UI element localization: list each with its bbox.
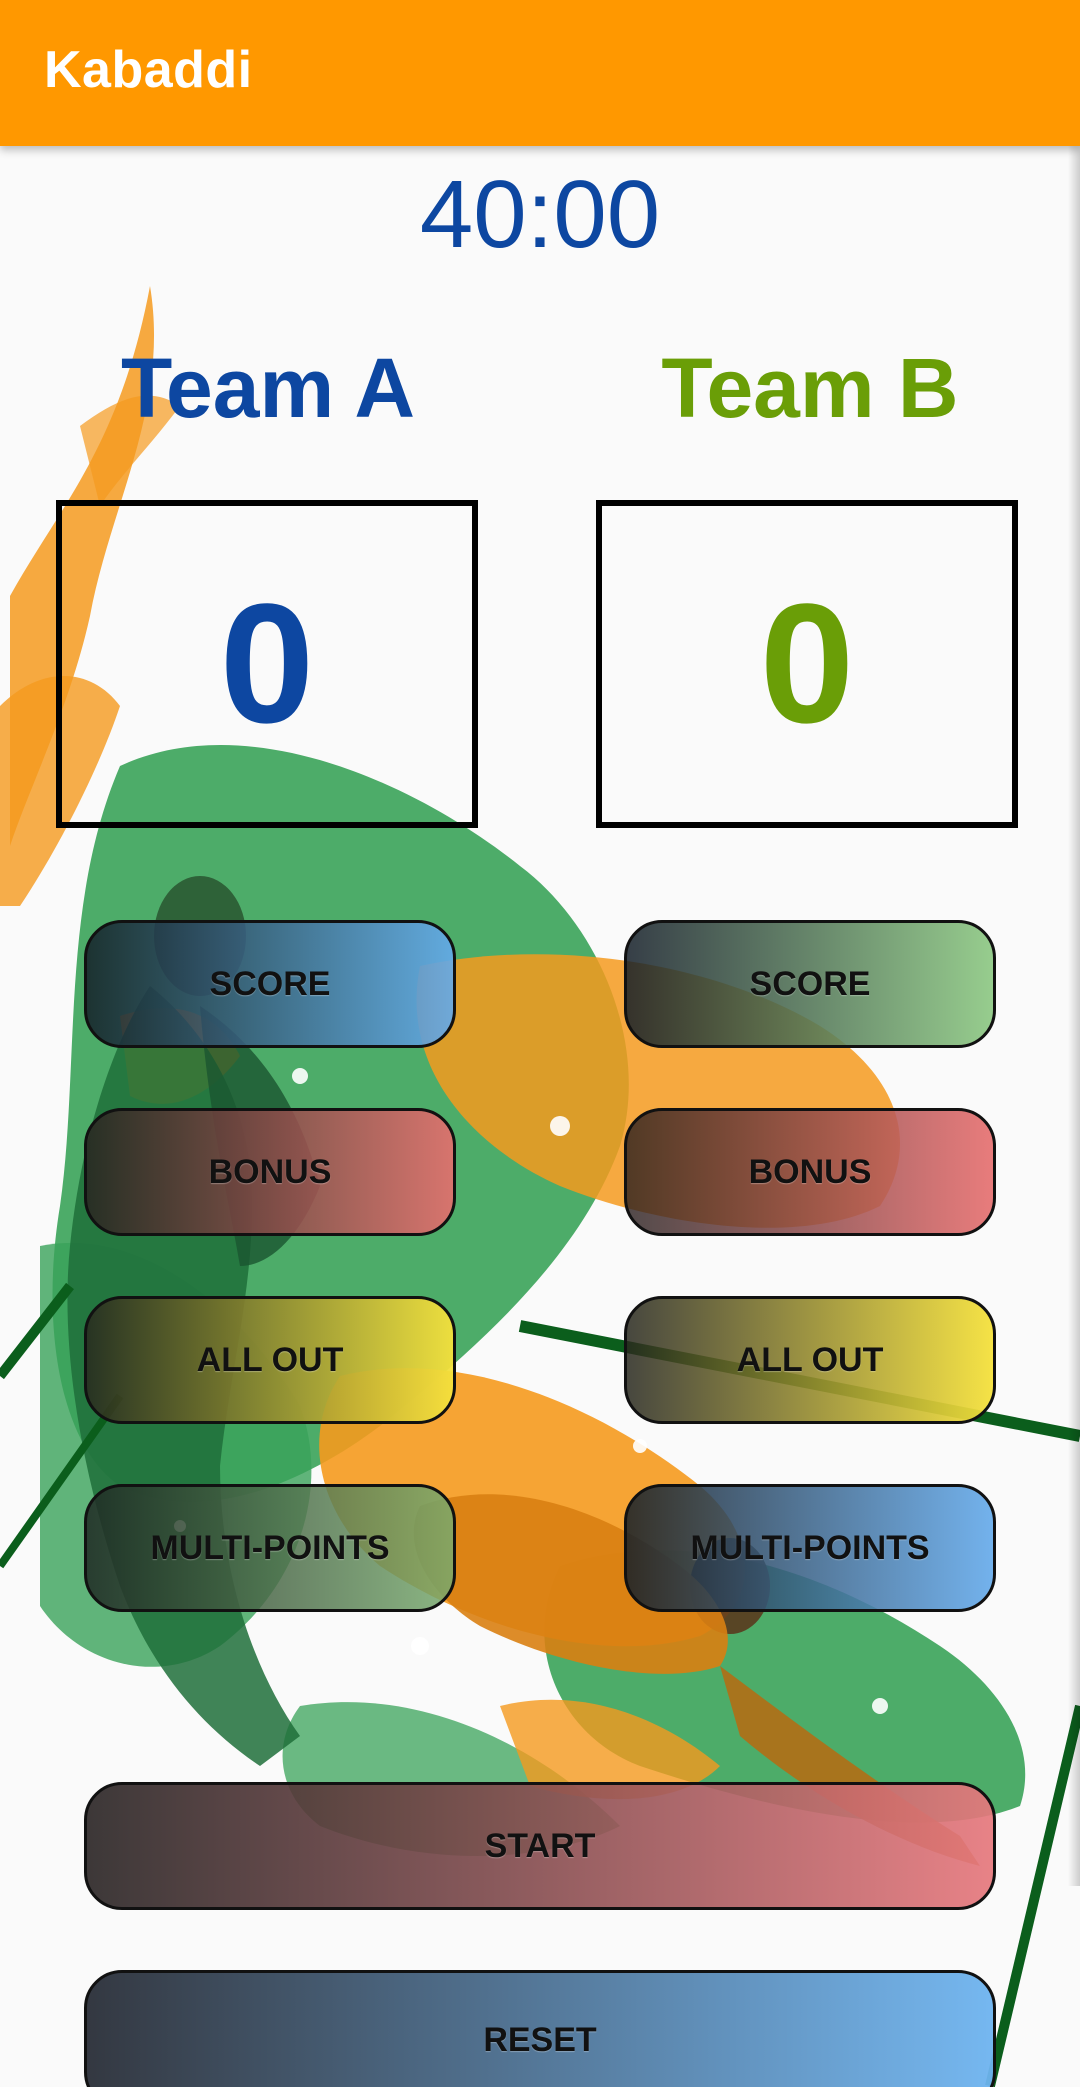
team-a-score: 0 <box>56 500 478 828</box>
team-a-bonus-button[interactable]: BONUS <box>84 1108 456 1236</box>
team-a-name: Team A <box>120 341 416 435</box>
app-bar: Kabaddi <box>0 0 1080 146</box>
app-title: Kabaddi <box>44 41 253 99</box>
team-a-score-button[interactable]: SCORE <box>84 920 456 1048</box>
team-a-all-out-button[interactable]: ALL OUT <box>84 1296 456 1424</box>
start-button[interactable]: START <box>84 1782 996 1910</box>
team-a-multi-points-button[interactable]: MULTI-POINTS <box>84 1484 456 1612</box>
team-b-score-button[interactable]: SCORE <box>624 920 996 1048</box>
app-screen: Kabaddi 40:00 Team A Team B 0 0 SCORE BO… <box>0 0 1080 2087</box>
team-b-score: 0 <box>596 500 1018 828</box>
team-b-all-out-button[interactable]: ALL OUT <box>624 1296 996 1424</box>
scroll-shadow <box>1068 146 1080 1886</box>
reset-button[interactable]: RESET <box>84 1970 996 2087</box>
team-b-multi-points-button[interactable]: MULTI-POINTS <box>624 1484 996 1612</box>
team-b-bonus-button[interactable]: BONUS <box>624 1108 996 1236</box>
team-b-name: Team B <box>661 341 959 435</box>
match-timer: 40:00 <box>419 161 661 268</box>
